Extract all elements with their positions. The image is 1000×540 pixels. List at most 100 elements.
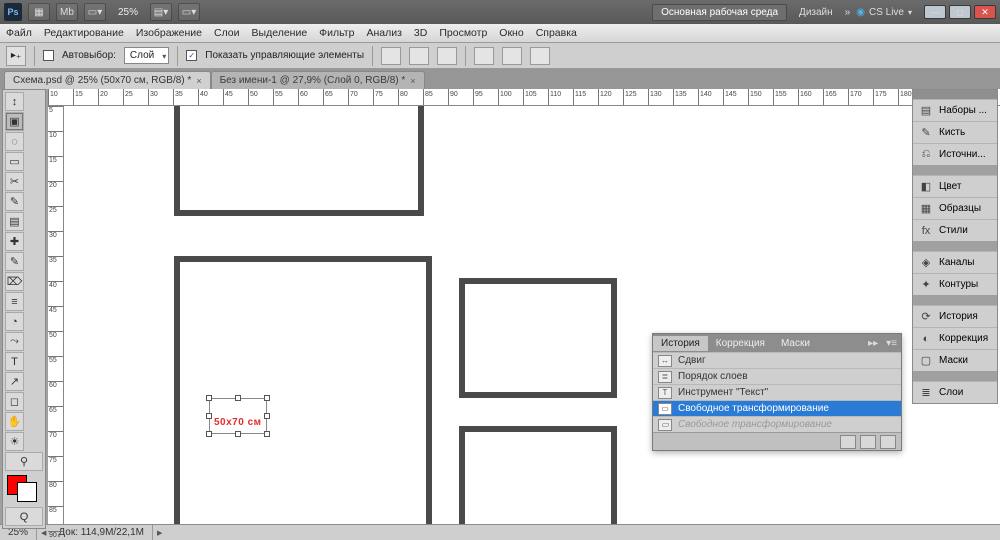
dock-item[interactable]: ◧Цвет: [913, 175, 997, 197]
menu-help[interactable]: Справка: [536, 27, 577, 39]
stamp-tool[interactable]: ✎: [5, 252, 24, 271]
panel-menu-icon[interactable]: ▾≡: [882, 338, 901, 349]
menu-3d[interactable]: 3D: [414, 27, 427, 39]
eyedropper-tool[interactable]: ✎: [5, 192, 24, 211]
menu-layer[interactable]: Слои: [214, 27, 240, 39]
panel-collapse-icon[interactable]: ▸▸: [864, 338, 882, 349]
frame-rect[interactable]: [459, 426, 617, 524]
eraser-tool[interactable]: ⌦: [5, 272, 24, 291]
dock-item[interactable]: ▢Маски: [913, 349, 997, 371]
cslive-menu[interactable]: ◉CS Live▾: [856, 7, 912, 18]
menu-analysis[interactable]: Анализ: [366, 27, 401, 39]
history-new-button[interactable]: [860, 435, 876, 449]
type-tool[interactable]: T: [5, 352, 24, 371]
doc-tab-active[interactable]: Схема.psd @ 25% (50x70 см, RGB/8) *×: [4, 71, 211, 89]
history-row[interactable]: ▭Свободное трансформирование: [653, 416, 901, 432]
shape-tool[interactable]: ◻: [5, 392, 24, 411]
align-btn-4[interactable]: [474, 47, 494, 65]
history-delete-button[interactable]: [880, 435, 896, 449]
blur-tool[interactable]: ◔: [5, 312, 24, 331]
dock-item[interactable]: fxСтили: [913, 219, 997, 241]
adjustments-tab[interactable]: Коррекция: [708, 336, 773, 351]
align-btn-5[interactable]: [502, 47, 522, 65]
dock-item[interactable]: ⎌Источни...: [913, 143, 997, 165]
close-icon[interactable]: ×: [196, 76, 201, 86]
close-icon[interactable]: ×: [410, 76, 415, 86]
quickmask-tool[interactable]: Q: [5, 507, 43, 526]
menu-file[interactable]: Файл: [6, 27, 32, 39]
autoselect-dropdown[interactable]: Слой: [124, 47, 169, 64]
lasso-tool[interactable]: ◌: [5, 132, 24, 151]
align-btn-1[interactable]: [381, 47, 401, 65]
history-tab[interactable]: История: [653, 336, 708, 351]
arrange-button[interactable]: ▭▾: [84, 3, 106, 21]
color-swatches[interactable]: [5, 472, 43, 506]
doc-close-button[interactable]: ✕: [974, 5, 996, 19]
canvas[interactable]: 50x70 см: [64, 106, 1000, 524]
history-icon: ⟳: [919, 310, 933, 324]
doc-maximize-button[interactable]: ◻: [949, 5, 971, 19]
align-btn-6[interactable]: [530, 47, 550, 65]
view-extras-button[interactable]: ▤▾: [150, 3, 172, 21]
menu-edit[interactable]: Редактирование: [44, 27, 124, 39]
vertical-ruler[interactable]: 51015202530354045505560657075808590: [48, 106, 64, 524]
workspace-pill[interactable]: Основная рабочая среда: [652, 4, 787, 21]
autoselect-checkbox[interactable]: [43, 50, 54, 61]
bridge-button[interactable]: ▦: [28, 3, 50, 21]
frame-rect[interactable]: [174, 256, 432, 524]
zoom-tool[interactable]: ⚲: [5, 452, 43, 471]
text-layer-selected[interactable]: 50x70 см: [209, 398, 267, 434]
hand-tool[interactable]: ✋: [5, 412, 24, 431]
tool-preset-button[interactable]: ▸₊: [6, 46, 26, 66]
pen-tool[interactable]: ⤳: [5, 332, 24, 351]
masks-tab[interactable]: Маски: [773, 336, 818, 351]
crop-tool[interactable]: ✂: [5, 172, 24, 191]
app-icon: Ps: [4, 3, 22, 21]
background-swatch[interactable]: [17, 482, 37, 502]
history-panel[interactable]: История Коррекция Маски ▸▸ ▾≡ ↔Сдвиг ≣По…: [652, 333, 902, 451]
history-snapshot-button[interactable]: [840, 435, 856, 449]
path-tool[interactable]: ↗: [5, 372, 24, 391]
frame-rect[interactable]: [459, 278, 617, 398]
screen-mode-button[interactable]: ▭▾: [178, 3, 200, 21]
history-row[interactable]: TИнструмент "Текст": [653, 384, 901, 400]
dock-item[interactable]: ◈Каналы: [913, 251, 997, 273]
dock-item[interactable]: ✎Кисть: [913, 121, 997, 143]
dock-item[interactable]: ✦Контуры: [913, 273, 997, 295]
title-bar: Ps ▦ Mb ▭▾ 25% ▤▾ ▭▾ Основная рабочая ср…: [0, 0, 1000, 24]
doc-minimize-button[interactable]: —: [924, 5, 946, 19]
history-row[interactable]: ≣Порядок слоев: [653, 368, 901, 384]
frame-rect[interactable]: [174, 106, 424, 216]
menu-image[interactable]: Изображение: [136, 27, 202, 39]
horizontal-ruler[interactable]: 1015202530354045505560657075808590951001…: [48, 89, 1000, 106]
quickselect-tool[interactable]: ▭: [5, 152, 24, 171]
menu-filter[interactable]: Фильтр: [319, 27, 354, 39]
layers-icon: ≣: [919, 386, 933, 400]
history-row[interactable]: ↔Сдвиг: [653, 352, 901, 368]
workspace-more[interactable]: »: [845, 7, 851, 18]
workspace-design[interactable]: Дизайн: [793, 7, 839, 18]
mb-button[interactable]: Mb: [56, 3, 78, 21]
menu-select[interactable]: Выделение: [252, 27, 308, 39]
marquee-tool[interactable]: ▣: [5, 112, 24, 131]
menu-view[interactable]: Просмотр: [439, 27, 487, 39]
dock-item[interactable]: ⟳История: [913, 305, 997, 327]
doc-tab-inactive[interactable]: Без имени-1 @ 27,9% (Слой 0, RGB/8) *×: [211, 71, 425, 89]
history-row-selected[interactable]: ▭Свободное трансформирование: [653, 400, 901, 416]
align-btn-2[interactable]: [409, 47, 429, 65]
align-btn-3[interactable]: [437, 47, 457, 65]
title-zoom[interactable]: 25%: [112, 7, 144, 18]
status-docinfo[interactable]: Док: 114,9M/22,1M: [50, 525, 153, 540]
dock-item[interactable]: ◐Коррекция: [913, 327, 997, 349]
brush-tool[interactable]: ✚: [5, 232, 24, 251]
dock-item[interactable]: ≣Слои: [913, 381, 997, 403]
dock-item[interactable]: ▤Наборы ...: [913, 99, 997, 121]
gradient-tool[interactable]: ≡: [5, 292, 24, 311]
dock-item[interactable]: ▦Образцы: [913, 197, 997, 219]
rotate-tool[interactable]: ☀: [5, 432, 24, 451]
move-tool[interactable]: ↕: [5, 92, 24, 111]
menu-window[interactable]: Окно: [499, 27, 523, 39]
options-bar: ▸₊ Автовыбор: Слой ✓ Показать управляющи…: [0, 43, 1000, 69]
heal-tool[interactable]: ▤: [5, 212, 24, 231]
showcontrols-checkbox[interactable]: ✓: [186, 50, 197, 61]
